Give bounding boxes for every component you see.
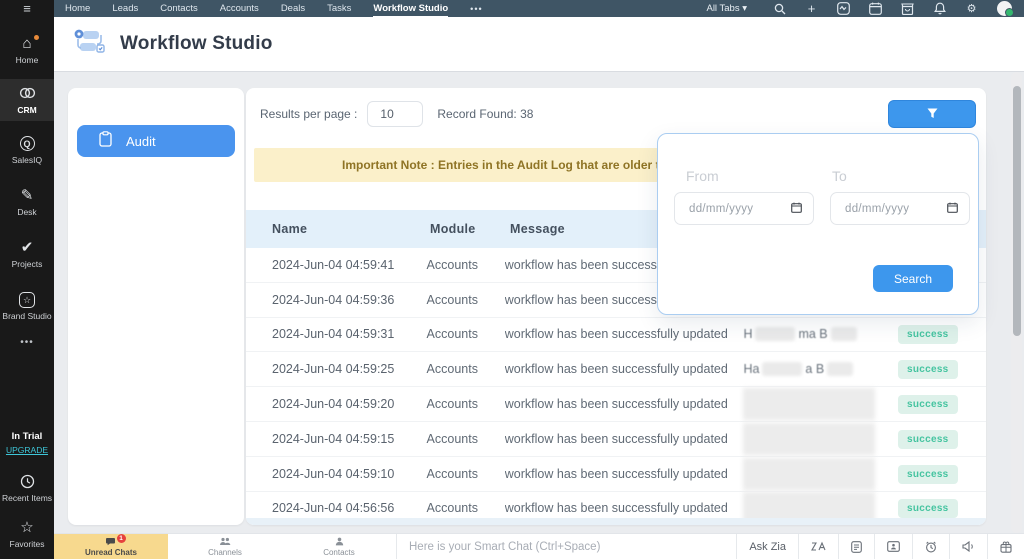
user-avatar[interactable] [997,1,1012,16]
all-tabs-dropdown[interactable]: All Tabs ▾ [706,3,747,14]
app-window: ≡ ⌂ Home CRM Q SalesIQ ✎ Desk ✔ Projects… [0,0,1024,559]
recent-items-icon [20,474,35,491]
sidebar-item-desk[interactable]: ✎ Desk [0,181,54,223]
status-badge: success [898,465,958,484]
chat-bubble-icon: 1 [106,537,117,548]
from-date-input[interactable]: dd/mm/yyyy [674,192,814,225]
tab-leads[interactable]: Leads [112,1,138,16]
sidebar-item-brand-studio[interactable]: ☆ Brand Studio [0,285,54,327]
tab-tasks[interactable]: Tasks [327,1,351,16]
done-by-redacted: Haa B [743,362,898,376]
status-badge: success [898,325,958,344]
upgrade-link[interactable]: UPGRADE [6,445,48,455]
to-date-input[interactable]: dd/mm/yyyy [830,192,970,225]
announcement-icon[interactable] [949,534,987,559]
from-label: From [686,168,719,184]
settings-gear-icon[interactable]: ⚙ [965,2,978,15]
collapse-sidebar-icon[interactable]: ≡ [0,0,54,17]
tab-contacts[interactable]: Contacts [160,1,198,16]
table-row[interactable]: 2024-Jun-04 04:59:31 Accounts workflow h… [246,318,986,353]
audit-side-panel: Audit [68,88,244,525]
favorites-icon: ☆ [20,520,33,537]
unread-count-badge: 1 [117,534,126,543]
vertical-scrollbar[interactable] [1011,72,1022,533]
brand-studio-icon: ☆ [19,292,35,309]
tab-home[interactable]: Home [65,1,90,16]
filter-funnel-icon [927,107,938,122]
smart-chat-bar: 1 Unread Chats Channels Contacts Here is… [54,533,1024,559]
workflow-studio-icon [72,27,106,62]
salesiq-icon: Q [20,136,35,153]
record-found-label: Record Found: 38 [437,107,533,121]
done-by-redacted [743,388,898,420]
status-badge: success [898,430,958,449]
activity-pulse-icon[interactable] [837,2,850,15]
calendar-icon[interactable] [869,2,882,15]
calendar-picker-icon[interactable] [791,200,802,218]
reminder-clock-icon[interactable] [912,534,949,559]
date-filter-popup: From To dd/mm/yyyy dd/mm/yyyy Search [657,133,979,315]
status-badge: success [898,395,958,414]
home-icon: ⌂ [22,36,31,53]
column-header-name: Name [272,222,430,236]
results-per-page-input[interactable] [367,101,423,127]
audit-clipboard-icon [99,131,112,152]
tab-workflow-studio[interactable]: Workflow Studio [373,1,448,17]
calendar-picker-icon[interactable] [947,200,958,218]
important-note-text: Important Note : Entries in the Audit Lo… [342,158,667,172]
done-by-redacted [743,423,898,455]
home-notification-dot [34,35,39,40]
contact-card-icon[interactable] [874,534,912,559]
to-label: To [832,168,847,184]
trial-status: In Trial UPGRADE [6,425,48,461]
projects-icon: ✔ [21,240,34,257]
column-header-module: Module [430,222,510,236]
tabs-more-icon[interactable]: ••• [470,4,482,14]
table-row[interactable]: 2024-Jun-04 04:59:25 Accounts workflow h… [246,352,986,387]
table-footer-strip [246,518,986,525]
contacts-tab[interactable]: Contacts [282,534,396,559]
top-navigation-bar: Home Leads Contacts Accounts Deals Tasks… [54,0,1024,17]
filter-button[interactable] [888,100,976,128]
sidebar-item-home[interactable]: ⌂ Home [0,29,54,71]
quick-create-plus-icon[interactable]: + [805,2,818,15]
notes-icon[interactable] [838,534,874,559]
status-badge: success [898,499,958,518]
search-icon[interactable] [773,2,786,15]
tab-accounts[interactable]: Accounts [220,1,259,16]
contact-person-icon [335,537,344,548]
done-by-redacted [743,458,898,490]
audit-button-label: Audit [126,134,156,149]
table-row[interactable]: 2024-Jun-04 04:59:10 Accounts workflow h… [246,457,986,492]
ask-zia-button[interactable]: Ask Zia [736,534,798,559]
unread-chats-tab[interactable]: 1 Unread Chats [54,534,168,559]
smart-chat-input[interactable]: Here is your Smart Chat (Ctrl+Space) [396,534,736,559]
sidebar-item-favorites[interactable]: ☆ Favorites [0,513,54,555]
desk-icon: ✎ [21,188,34,205]
left-app-rail: ≡ ⌂ Home CRM Q SalesIQ ✎ Desk ✔ Projects… [0,0,54,559]
sidebar-item-salesiq[interactable]: Q SalesIQ [0,129,54,171]
sidebar-item-projects[interactable]: ✔ Projects [0,233,54,275]
channels-people-icon [219,537,231,548]
sidebar-item-crm[interactable]: CRM [0,79,54,121]
marketplace-icon[interactable] [901,2,914,15]
sidebar-item-recent-items[interactable]: Recent Items [0,467,54,509]
search-button[interactable]: Search [873,265,953,292]
gift-icon[interactable] [987,534,1024,559]
page-header: Workflow Studio [54,17,1024,72]
table-row[interactable]: 2024-Jun-04 04:59:20 Accounts workflow h… [246,387,986,422]
tab-deals[interactable]: Deals [281,1,305,16]
crm-icon [19,86,36,103]
page-title: Workflow Studio [120,33,273,55]
status-badge: success [898,360,958,379]
audit-nav-button[interactable]: Audit [77,125,235,157]
notifications-bell-icon[interactable] [933,2,946,15]
sidebar-more-icon[interactable]: ••• [20,327,34,358]
done-by-redacted: Hma B [743,327,898,341]
zia-icon[interactable] [798,534,838,559]
table-row[interactable]: 2024-Jun-04 04:59:15 Accounts workflow h… [246,422,986,457]
results-per-page-label: Results per page : [260,107,357,121]
scrollbar-thumb[interactable] [1013,86,1021,336]
channels-tab[interactable]: Channels [168,534,282,559]
